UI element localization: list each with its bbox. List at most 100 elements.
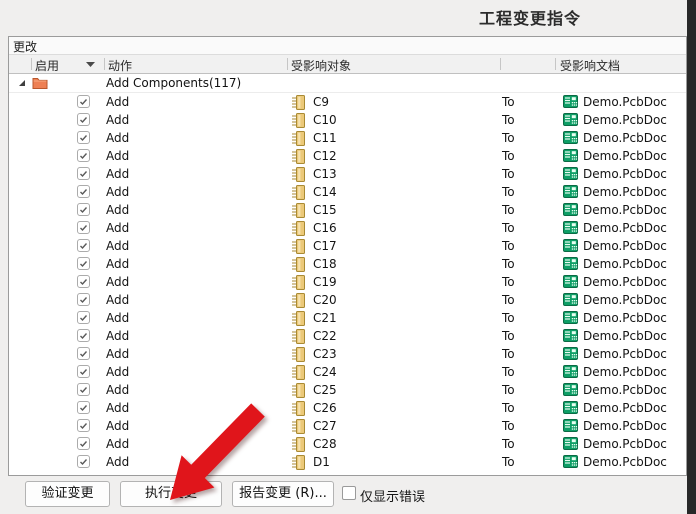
table-row[interactable]: AddC16ToDemo.PcbDoc (9, 219, 686, 237)
dialog-title: 工程变更指令 (479, 5, 581, 29)
table-row[interactable]: AddC12ToDemo.PcbDoc (9, 147, 686, 165)
row-object-label: C11 (313, 131, 337, 145)
column-header-document[interactable]: 受影响文档 (560, 57, 620, 74)
column-separator (500, 58, 501, 70)
table-row[interactable]: AddD1ToDemo.PcbDoc (9, 453, 686, 471)
row-action-label: Add (106, 329, 129, 343)
row-document-label: Demo.PcbDoc (583, 275, 667, 289)
filter-dropdown-icon[interactable] (86, 62, 95, 67)
table-row[interactable]: AddC9ToDemo.PcbDoc (9, 93, 686, 111)
row-enabled-checkbox[interactable] (77, 95, 90, 108)
component-chip-icon (292, 275, 305, 290)
expand-triangle-icon[interactable] (18, 79, 26, 87)
row-object-label: C20 (313, 293, 337, 307)
row-enabled-checkbox[interactable] (77, 149, 90, 162)
row-enabled-checkbox[interactable] (77, 383, 90, 396)
component-chip-icon (292, 401, 305, 416)
column-header-action[interactable]: 动作 (108, 57, 132, 74)
validate-changes-button[interactable]: 验证变更 (25, 481, 110, 507)
table-row[interactable]: AddC21ToDemo.PcbDoc (9, 309, 686, 327)
changes-table: 更改 启用 动作 受影响对象 受影响文档 Add Components(117)… (8, 36, 687, 476)
pcbdoc-icon (563, 95, 578, 108)
column-header-object[interactable]: 受影响对象 (291, 57, 351, 74)
pcbdoc-icon (563, 419, 578, 432)
table-row[interactable]: AddC27ToDemo.PcbDoc (9, 417, 686, 435)
only-show-errors-label[interactable]: 仅显示错误 (360, 486, 425, 505)
row-enabled-checkbox[interactable] (77, 419, 90, 432)
row-object-label: C21 (313, 311, 337, 325)
row-document-label: Demo.PcbDoc (583, 131, 667, 145)
table-row[interactable]: AddC13ToDemo.PcbDoc (9, 165, 686, 183)
row-action-label: Add (106, 437, 129, 451)
pcbdoc-icon (563, 437, 578, 450)
report-changes-button[interactable]: 报告变更 (R)... (232, 481, 334, 507)
column-header-enable[interactable]: 启用 (35, 57, 59, 74)
row-to-label: To (502, 95, 515, 109)
table-row[interactable]: AddC10ToDemo.PcbDoc (9, 111, 686, 129)
row-to-label: To (502, 131, 515, 145)
component-chip-icon (292, 419, 305, 434)
row-action-label: Add (106, 149, 129, 163)
component-chip-icon (292, 365, 305, 380)
row-document-label: Demo.PcbDoc (583, 113, 667, 127)
table-row[interactable]: AddC18ToDemo.PcbDoc (9, 255, 686, 273)
row-enabled-checkbox[interactable] (77, 437, 90, 450)
row-enabled-checkbox[interactable] (77, 329, 90, 342)
execute-changes-button[interactable]: 执行变更 (120, 481, 222, 507)
row-enabled-checkbox[interactable] (77, 275, 90, 288)
row-object-label: C10 (313, 113, 337, 127)
row-to-label: To (502, 365, 515, 379)
table-row[interactable]: AddC23ToDemo.PcbDoc (9, 345, 686, 363)
table-row[interactable]: AddC17ToDemo.PcbDoc (9, 237, 686, 255)
row-enabled-checkbox[interactable] (77, 167, 90, 180)
row-object-label: C19 (313, 275, 337, 289)
table-row[interactable]: AddC28ToDemo.PcbDoc (9, 435, 686, 453)
table-row[interactable]: AddC26ToDemo.PcbDoc (9, 399, 686, 417)
component-chip-icon (292, 257, 305, 272)
row-enabled-checkbox[interactable] (77, 455, 90, 468)
row-action-label: Add (106, 419, 129, 433)
table-row[interactable]: AddC19ToDemo.PcbDoc (9, 273, 686, 291)
row-document-label: Demo.PcbDoc (583, 257, 667, 271)
row-document-label: Demo.PcbDoc (583, 203, 667, 217)
table-row[interactable]: AddC20ToDemo.PcbDoc (9, 291, 686, 309)
table-row[interactable]: AddC22ToDemo.PcbDoc (9, 327, 686, 345)
row-enabled-checkbox[interactable] (77, 239, 90, 252)
component-chip-icon (292, 311, 305, 326)
pcbdoc-icon (563, 383, 578, 396)
row-enabled-checkbox[interactable] (77, 131, 90, 144)
row-object-label: C23 (313, 347, 337, 361)
pcbdoc-icon (563, 149, 578, 162)
row-enabled-checkbox[interactable] (77, 257, 90, 270)
row-enabled-checkbox[interactable] (77, 185, 90, 198)
row-enabled-checkbox[interactable] (77, 401, 90, 414)
row-document-label: Demo.PcbDoc (583, 329, 667, 343)
table-row[interactable]: AddC25ToDemo.PcbDoc (9, 381, 686, 399)
row-object-label: C18 (313, 257, 337, 271)
row-to-label: To (502, 149, 515, 163)
row-enabled-checkbox[interactable] (77, 203, 90, 216)
group-row[interactable]: Add Components(117) (9, 74, 686, 93)
row-enabled-checkbox[interactable] (77, 347, 90, 360)
row-document-label: Demo.PcbDoc (583, 185, 667, 199)
component-chip-icon (292, 185, 305, 200)
table-row[interactable]: AddC11ToDemo.PcbDoc (9, 129, 686, 147)
row-enabled-checkbox[interactable] (77, 311, 90, 324)
folder-icon (32, 76, 48, 90)
table-row[interactable]: AddC15ToDemo.PcbDoc (9, 201, 686, 219)
row-enabled-checkbox[interactable] (77, 221, 90, 234)
pcbdoc-icon (563, 311, 578, 324)
table-row[interactable]: AddC14ToDemo.PcbDoc (9, 183, 686, 201)
row-action-label: Add (106, 113, 129, 127)
row-enabled-checkbox[interactable] (77, 365, 90, 378)
component-chip-icon (292, 131, 305, 146)
row-object-label: C28 (313, 437, 337, 451)
row-action-label: Add (106, 185, 129, 199)
row-action-label: Add (106, 311, 129, 325)
row-object-label: C24 (313, 365, 337, 379)
pcbdoc-icon (563, 275, 578, 288)
only-show-errors-checkbox[interactable] (342, 486, 356, 500)
row-enabled-checkbox[interactable] (77, 113, 90, 126)
row-enabled-checkbox[interactable] (77, 293, 90, 306)
table-row[interactable]: AddC24ToDemo.PcbDoc (9, 363, 686, 381)
